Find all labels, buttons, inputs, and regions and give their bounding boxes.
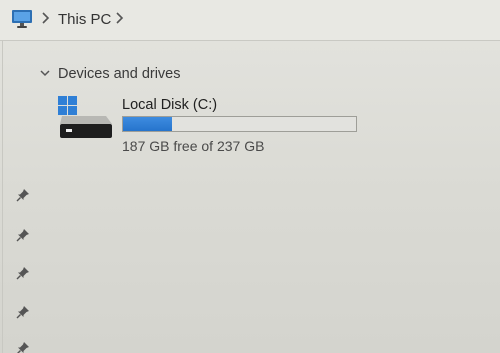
capacity-bar xyxy=(122,116,357,132)
navigation-pane-divider xyxy=(2,40,3,353)
pin-icon[interactable] xyxy=(16,341,30,353)
pin-icon[interactable] xyxy=(16,305,30,319)
pin-icon[interactable] xyxy=(16,188,30,202)
group-header-devices-and-drives[interactable]: Devices and drives xyxy=(58,66,181,82)
address-bar[interactable]: This PC xyxy=(0,0,500,41)
this-pc-icon xyxy=(11,9,33,29)
windows-drive-icon xyxy=(56,94,116,144)
drive-tile-local-disk-c[interactable]: Local Disk (C:) 187 GB free of 237 GB xyxy=(56,94,357,158)
file-explorer-window: This PC Devices and drives Local Disk (C… xyxy=(0,0,500,353)
breadcrumb-this-pc[interactable]: This PC xyxy=(58,11,111,28)
drive-free-space: 187 GB free of 237 GB xyxy=(122,138,265,154)
chevron-right-icon[interactable] xyxy=(40,11,50,28)
chevron-down-icon[interactable] xyxy=(38,66,52,80)
drive-name: Local Disk (C:) xyxy=(122,97,218,113)
pin-icon[interactable] xyxy=(16,228,30,242)
pin-icon[interactable] xyxy=(16,266,30,280)
capacity-bar-fill xyxy=(123,117,172,131)
chevron-right-icon[interactable] xyxy=(114,11,124,28)
